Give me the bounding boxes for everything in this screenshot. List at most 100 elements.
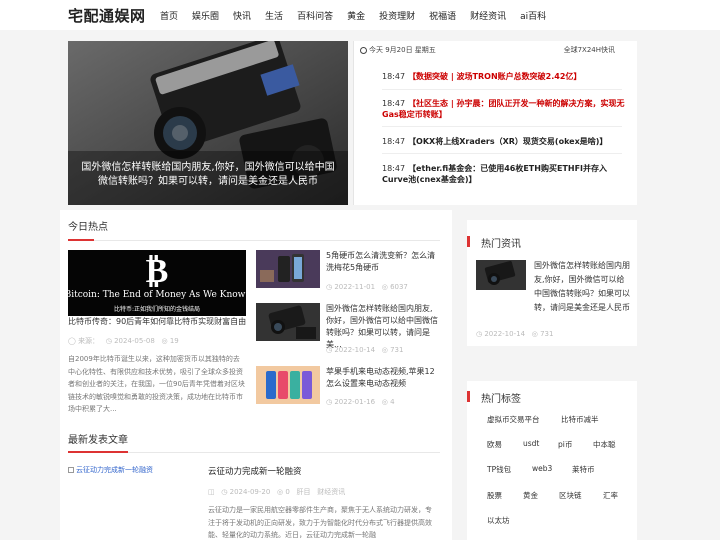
nav-item-home[interactable]: 首页 bbox=[160, 9, 178, 22]
clock-icon bbox=[360, 46, 367, 54]
flash-time: 18:47 bbox=[382, 137, 406, 146]
tag-item[interactable]: pi币 bbox=[558, 439, 572, 450]
eye-icon: ◎ bbox=[381, 398, 391, 406]
nav-item-qa[interactable]: 百科问答 bbox=[297, 9, 333, 22]
flash-headline[interactable]: 【数据突破 | 波场TRON账户总数突破2.42亿】 bbox=[408, 72, 581, 81]
feature-title[interactable]: 比特币传奇：90后青年如何靠比特币实现财富自由 bbox=[68, 316, 246, 327]
tag-item[interactable]: web3 bbox=[532, 464, 552, 473]
latest-article-meta: ◫ ◷ 2024-09-20 ◎ 0 肝目 财经资讯 bbox=[208, 487, 345, 497]
latest-author: 肝目 bbox=[296, 488, 311, 496]
article-title[interactable]: 5角硬币怎么清洗变新？怎么清洗梅花5角硬币 bbox=[326, 250, 440, 274]
flash-date: 今天 9月20日 星期五 bbox=[360, 45, 436, 55]
article-title[interactable]: 国外微信怎样转账给国内朋友,你好，国外微信可以给中国微信转账吗？如果可以转，请问… bbox=[326, 303, 440, 351]
feature-image-subtext: 比特币:正如我们所知的金钱结局 bbox=[113, 306, 201, 313]
svg-text:₿: ₿ bbox=[146, 251, 169, 291]
nav-item-life[interactable]: 生活 bbox=[265, 9, 283, 22]
tag-item[interactable]: usdt bbox=[523, 439, 539, 448]
heading-underline bbox=[68, 451, 128, 453]
clock-icon: ◷ bbox=[221, 488, 230, 496]
latest-category[interactable]: 财经资讯 bbox=[317, 488, 345, 496]
divider bbox=[68, 240, 440, 241]
hot-section-heading: 今日热点 bbox=[68, 222, 108, 233]
sidebar-hot-heading: 热门资讯 bbox=[481, 239, 521, 250]
nav-item-gold[interactable]: 黄金 bbox=[347, 9, 365, 22]
article-thumb[interactable] bbox=[256, 303, 320, 341]
site-header: 宅配通娱网 首页 娱乐圈 快讯 生活 百科问答 黄金 投资理财 祝福语 财经资讯… bbox=[0, 0, 720, 30]
flash-item[interactable]: 18:47 【ether.fi基金会：已使用46枚ETH购买ETHFI并存入Cur… bbox=[382, 163, 626, 185]
tag-item[interactable]: 黄金 bbox=[523, 490, 538, 501]
article-thumb[interactable] bbox=[256, 250, 320, 288]
heading-underline bbox=[68, 239, 94, 241]
flash-item[interactable]: 18:47 【OKX将上线Xraders（XR）现货交易(okex是啥)】 bbox=[382, 136, 626, 147]
camera-photo bbox=[256, 303, 320, 341]
flash-item[interactable]: 18:47 【数据突破 | 波场TRON账户总数突破2.42亿】 bbox=[382, 71, 626, 82]
feature-views: 19 bbox=[169, 337, 179, 345]
flash-time: 18:47 bbox=[382, 164, 406, 173]
site-logo[interactable]: 宅配通娱网 bbox=[68, 5, 146, 26]
flash-headline[interactable]: 【OKX将上线Xraders（XR）现货交易(okex是啥)】 bbox=[408, 137, 607, 146]
article-date: 2022-10-14 bbox=[334, 346, 376, 354]
divider bbox=[382, 153, 622, 154]
article-views: 6037 bbox=[390, 283, 408, 291]
latest-article-title[interactable]: 云征动力完成新一轮融资 bbox=[208, 465, 302, 477]
flash-item[interactable]: 18:47 【社区生态 | 孙宇晨：团队正开发一种新的解决方案，实现无Gas稳定币… bbox=[382, 98, 626, 120]
flash-headline[interactable]: 【ether.fi基金会：已使用46枚ETH购买ETHFI并存入Curve池(c… bbox=[382, 164, 607, 184]
nav-item-finance[interactable]: 财经资讯 bbox=[470, 9, 506, 22]
article-date: 2022-11-01 bbox=[334, 283, 376, 291]
latest-section-heading: 最新发表文章 bbox=[68, 435, 128, 446]
feature-image-text: Bitcoin: The End of Money As We Know It bbox=[68, 290, 246, 300]
latest-article-image[interactable]: 云征动力完成新一轮融资 bbox=[68, 465, 188, 479]
flash-news-panel: 今天 9月20日 星期五 全球7X24H快讯 18:47 【数据突破 | 波场TR… bbox=[353, 41, 637, 205]
nav-item-invest[interactable]: 投资理财 bbox=[379, 9, 415, 22]
article-thumb[interactable] bbox=[256, 366, 320, 404]
latest-date: 2024-09-20 bbox=[229, 488, 271, 496]
broken-image-icon bbox=[68, 467, 74, 473]
flash-headline[interactable]: 【社区生态 | 孙宇晨：团队正开发一种新的解决方案，实现无Gas稳定币转账】 bbox=[382, 99, 625, 119]
nav-item-ai[interactable]: ai百科 bbox=[520, 9, 546, 22]
hero-caption[interactable]: 国外微信怎样转账给国内朋友,你好，国外微信可以给中国微信转账吗？如果可以转，请问… bbox=[68, 161, 348, 189]
article-title[interactable]: 苹果手机来电动态视频,苹果12怎么设置来电动态视频 bbox=[326, 366, 440, 390]
eye-icon: ◎ bbox=[381, 283, 391, 291]
sidebar-tags-heading: 热门标签 bbox=[481, 394, 521, 405]
tag-item[interactable]: 中本聪 bbox=[593, 439, 616, 450]
latest-image-alt: 云征动力完成新一轮融资 bbox=[76, 466, 153, 474]
feature-image[interactable]: ₿ Bitcoin: The End of Money As We Know I… bbox=[68, 250, 246, 316]
feature-source: 来源： bbox=[78, 337, 100, 345]
eye-icon: ◎ bbox=[161, 337, 170, 345]
tag-item[interactable]: 比特币减半 bbox=[561, 414, 599, 425]
tag-item[interactable]: 欧易 bbox=[487, 439, 502, 450]
article-views: 4 bbox=[390, 398, 395, 406]
tag-item[interactable]: 汇率 bbox=[603, 490, 618, 501]
source-icon: ◯ bbox=[68, 337, 79, 345]
tag-item[interactable]: 股票 bbox=[487, 490, 502, 501]
article-date: 2022-01-16 bbox=[334, 398, 376, 406]
iphone-photo bbox=[256, 366, 320, 404]
tag-item[interactable]: TP钱包 bbox=[487, 464, 511, 475]
main-nav: 首页 娱乐圈 快讯 生活 百科问答 黄金 投资理财 祝福语 财经资讯 ai百科 bbox=[160, 9, 560, 22]
tag-item[interactable]: 以太坊 bbox=[487, 515, 510, 526]
tag-item[interactable]: 区块链 bbox=[559, 490, 582, 501]
article-meta: ◷ 2022-01-16 ◎ 4 bbox=[326, 398, 395, 406]
heading-accent bbox=[467, 236, 470, 247]
tag-item[interactable]: 虚拟币交易平台 bbox=[487, 414, 540, 425]
flash-more-link[interactable]: 全球7X24H快讯 bbox=[564, 45, 615, 55]
nav-item-flash[interactable]: 快讯 bbox=[233, 9, 251, 22]
tag-item[interactable]: 莱特币 bbox=[572, 464, 595, 475]
feature-excerpt: 自2009年比特币诞生以来，这种加密货币以其独特的去中心化特性、有限供应和技术优… bbox=[68, 355, 245, 413]
eye-icon: ◎ bbox=[381, 346, 391, 354]
hero-banner[interactable]: 国外微信怎样转账给国内朋友,你好，国外微信可以给中国微信转账吗？如果可以转，请问… bbox=[68, 41, 348, 205]
sidebar-hot-title[interactable]: 国外微信怎样转账给国内朋友,你好，国外微信可以给中国微信转账吗？如果可以转，请问… bbox=[534, 259, 630, 315]
nav-item-entertainment[interactable]: 娱乐圈 bbox=[192, 9, 219, 22]
eye-icon: ◎ bbox=[531, 330, 541, 338]
sidebar-hot-thumb[interactable] bbox=[476, 260, 526, 290]
clock-icon: ◷ bbox=[105, 337, 115, 345]
sidebar-hot-date: 2022-10-14 bbox=[484, 330, 526, 338]
divider bbox=[382, 126, 622, 127]
flash-date-label: 今天 9月20日 星期五 bbox=[369, 46, 436, 54]
feature-date: 2024-05-08 bbox=[114, 337, 155, 345]
author-icon: ◫ bbox=[208, 488, 217, 496]
latest-excerpt: 云征动力是一家民用航空器零部件生产商，聚焦于无人系统动力研发，专注于将于发动机的… bbox=[208, 506, 432, 539]
article-views: 731 bbox=[390, 346, 404, 354]
nav-item-wishes[interactable]: 祝福语 bbox=[429, 9, 456, 22]
article-meta: ◷ 2022-10-14 ◎ 731 bbox=[326, 346, 403, 354]
